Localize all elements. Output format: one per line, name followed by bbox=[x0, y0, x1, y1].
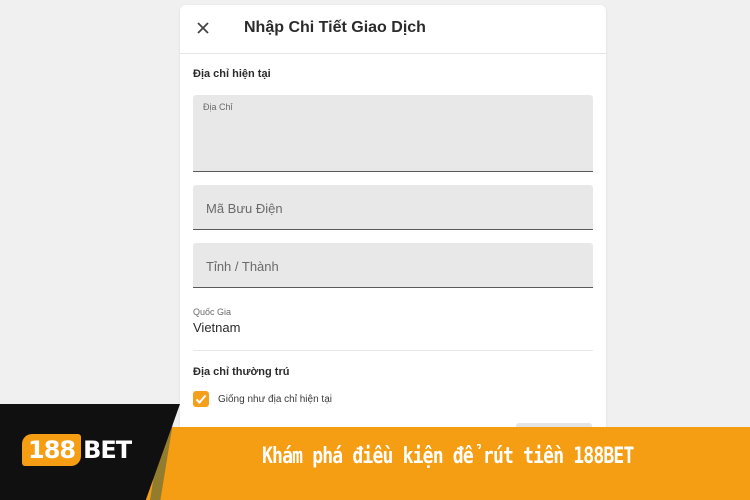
brand-logo: 188 BET bbox=[22, 430, 132, 470]
country-label: Quốc Gia bbox=[193, 307, 232, 317]
postal-code-placeholder: Mã Bưu Điện bbox=[206, 201, 283, 216]
section-divider bbox=[193, 350, 593, 351]
permanent-address-section-label: Địa chỉ thường trú bbox=[193, 366, 290, 378]
dialog-header: Nhập Chi Tiết Giao Dịch bbox=[180, 5, 606, 54]
logo-number: 188 bbox=[22, 434, 82, 466]
address-field-label: Địa Chỉ bbox=[203, 102, 233, 112]
current-address-section-label: Địa chỉ hiện tại bbox=[193, 68, 271, 80]
close-icon[interactable] bbox=[194, 19, 212, 37]
province-city-placeholder: Tỉnh / Thành bbox=[206, 259, 279, 274]
dialog-title: Nhập Chi Tiết Giao Dịch bbox=[244, 19, 426, 36]
banner-headline: Khám phá điều kiện để rút tiền 188BET bbox=[262, 444, 634, 469]
country-value[interactable]: Vietnam bbox=[193, 320, 240, 335]
transaction-details-dialog: Nhập Chi Tiết Giao Dịch Địa chỉ hiện tại… bbox=[180, 5, 606, 445]
province-city-field[interactable]: Tỉnh / Thành bbox=[193, 243, 593, 288]
postal-code-field[interactable]: Mã Bưu Điện bbox=[193, 185, 593, 230]
logo-text: BET bbox=[83, 436, 132, 464]
address-field[interactable]: Địa Chỉ bbox=[193, 95, 593, 172]
promo-banner: 188 BET Khám phá điều kiện để rút tiền 1… bbox=[0, 404, 750, 500]
